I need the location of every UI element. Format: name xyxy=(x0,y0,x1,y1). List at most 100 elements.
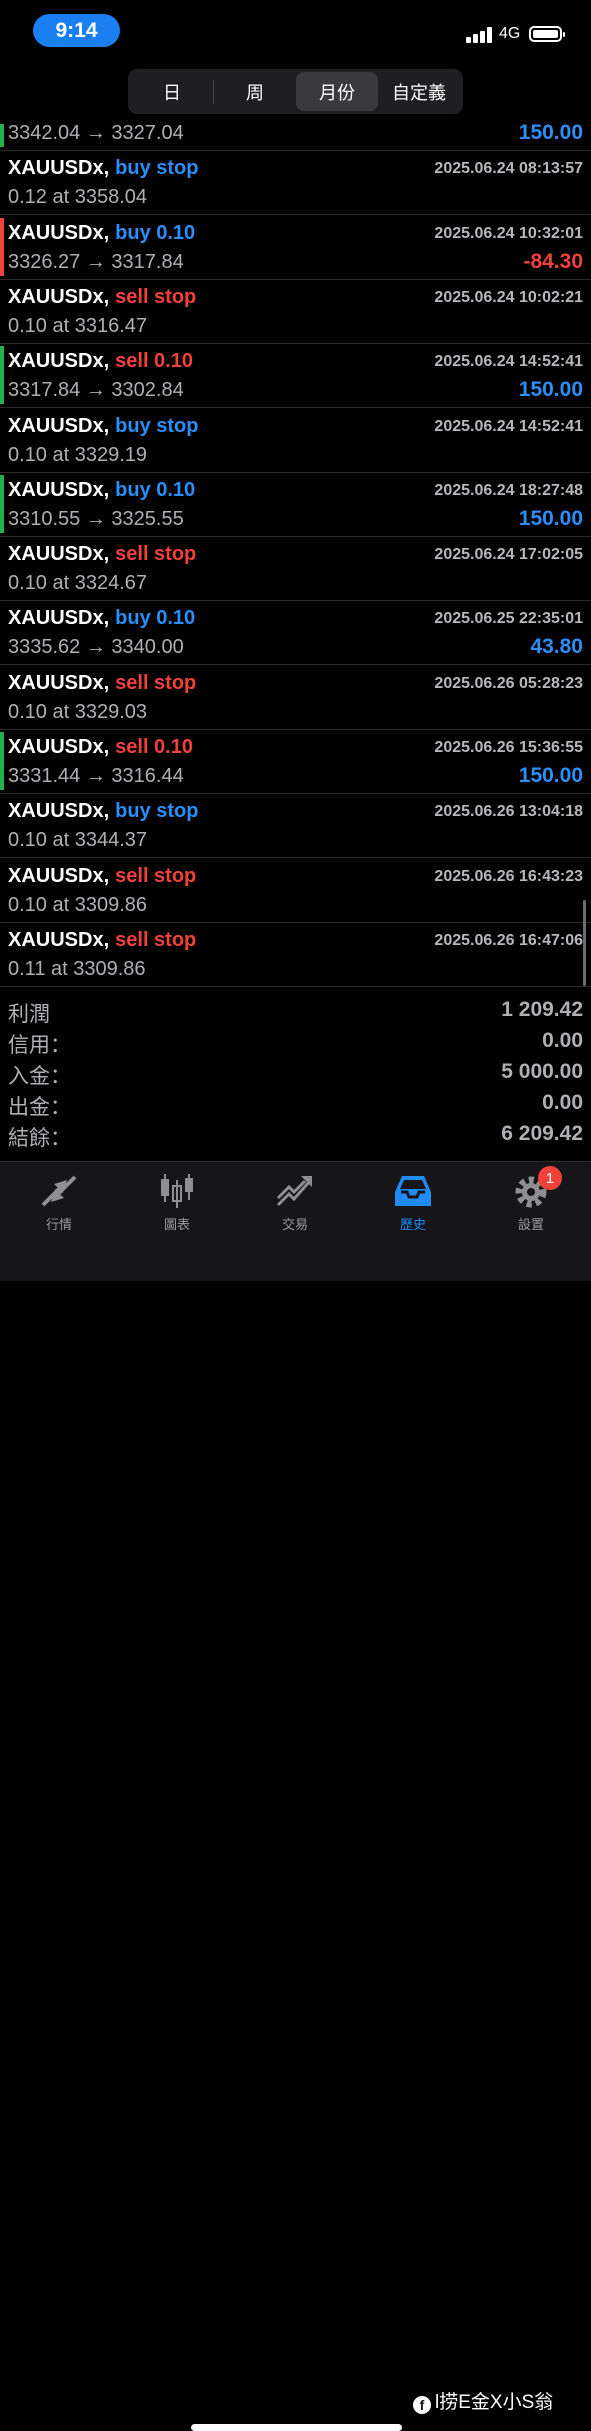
order-row[interactable]: XAUUSDx, buy stop 2025.06.24 08:13:57 0.12 … xyxy=(0,151,591,216)
summary-value: 0.00 xyxy=(542,1091,583,1114)
order-symbol: XAUUSDx, xyxy=(8,800,110,823)
order-symbol: XAUUSDx, xyxy=(8,736,110,758)
order-timestamp: 2025.06.26 16:43:23 xyxy=(434,867,583,885)
order-row[interactable]: XAUUSDx, sell stop 2025.06.26 05:28:23 0.10… xyxy=(0,666,591,730)
tab-label: 圖表 xyxy=(163,1217,190,1232)
order-row[interactable]: XAUUSDx, buy 0.10 2025.06.24 10:32:01 3326.… xyxy=(0,216,591,280)
order-symbol: XAUUSDx, xyxy=(8,221,110,244)
order-symbol: XAUUSDx, xyxy=(8,478,110,501)
order-profit: 150.00 xyxy=(518,378,583,402)
order-timestamp: 2025.06.25 22:35:01 xyxy=(434,610,583,628)
segment-custom[interactable]: 自定義 xyxy=(378,72,460,111)
result-indicator-bar xyxy=(0,732,4,790)
order-title: XAUUSDx, buy stop xyxy=(8,415,198,438)
order-row[interactable]: XAUUSDx, sell stop 2025.06.24 17:02:05 0.10… xyxy=(0,537,591,602)
tab-trade[interactable]: 交易 xyxy=(236,1162,354,1242)
order-detail: 3317.84 → 3302.84 xyxy=(8,379,184,402)
order-title: XAUUSDx, buy stop xyxy=(8,157,198,180)
order-row[interactable]: 3342.04 → 3327.04 150.00 xyxy=(0,124,591,151)
cellular-signal-icon xyxy=(466,27,494,43)
order-row[interactable]: XAUUSDx, sell stop 2025.06.26 16:47:06 0.11… xyxy=(0,923,591,987)
summary-label: 入金： xyxy=(8,1065,71,1088)
order-detail: 0.10 at 3344.37 xyxy=(8,829,148,852)
order-action: sell stop xyxy=(115,671,197,694)
order-timestamp: 2025.06.24 14:52:41 xyxy=(434,417,583,435)
tab-label: 交易 xyxy=(281,1217,308,1232)
summary-value: 5 000.00 xyxy=(501,1060,583,1083)
order-row[interactable]: XAUUSDx, sell stop 2025.06.26 16:43:23 0.10… xyxy=(0,859,591,923)
result-indicator-bar xyxy=(0,124,4,147)
order-detail: 0.10 at 3316.47 xyxy=(8,314,148,337)
battery-icon xyxy=(529,26,565,42)
scrollbar[interactable] xyxy=(583,900,586,986)
segment-day[interactable]: 日 xyxy=(131,72,213,111)
tab-label: 歷史 xyxy=(399,1217,426,1232)
tab-bar: 行情 圖表 交易 歷史 1 設置 f l捞E金X小S翁 xyxy=(0,1161,591,2431)
summary-label: 出金： xyxy=(8,1096,71,1119)
order-detail: 0.10 at 3309.86 xyxy=(8,893,148,916)
order-detail: 0.10 at 3329.03 xyxy=(8,700,148,723)
order-detail: 0.10 at 3329.19 xyxy=(8,443,148,466)
trade-trend-icon xyxy=(276,1176,312,1207)
order-symbol: XAUUSDx, xyxy=(8,414,110,437)
order-action: buy 0.10 xyxy=(115,221,196,244)
tab-history[interactable]: 歷史 xyxy=(354,1162,472,1242)
history-list[interactable]: 3342.04 → 3327.04 150.00 XAUUSDx, buy stop 2… xyxy=(0,124,591,990)
order-title: XAUUSDx, sell stop xyxy=(8,286,196,309)
segment-week[interactable]: 周 xyxy=(214,72,296,111)
order-profit: 150.00 xyxy=(518,124,583,144)
order-detail: 3342.04 → 3327.04 xyxy=(8,124,184,144)
order-action: buy 0.10 xyxy=(115,607,196,630)
summary-row: 信用： 0.00 xyxy=(0,1029,591,1060)
order-row[interactable]: XAUUSDx, sell 0.10 2025.06.26 15:36:55 3331… xyxy=(0,730,591,794)
order-row[interactable]: XAUUSDx, sell 0.10 2025.06.24 14:52:41 3317… xyxy=(0,344,591,409)
order-symbol: XAUUSDx, xyxy=(8,671,110,694)
order-row[interactable]: XAUUSDx, buy stop 2025.06.24 14:52:41 0.10 … xyxy=(0,409,591,473)
summary-value: 6 209.42 xyxy=(501,1122,583,1145)
order-title: XAUUSDx, sell stop xyxy=(8,543,196,566)
order-symbol: XAUUSDx, xyxy=(8,157,110,180)
order-title: XAUUSDx, sell stop xyxy=(8,865,196,888)
order-action: buy 0.10 xyxy=(115,478,196,501)
watermark-text: l捞E金X小S翁 xyxy=(435,2392,554,2413)
status-time[interactable]: 9:14 xyxy=(33,14,120,47)
facebook-icon: f xyxy=(413,2396,431,2414)
order-timestamp: 2025.06.24 10:02:21 xyxy=(434,288,583,306)
order-row[interactable]: XAUUSDx, sell stop 2025.06.24 10:02:21 0.10… xyxy=(0,280,591,344)
tab-charts[interactable]: 圖表 xyxy=(118,1162,236,1242)
order-profit: 150.00 xyxy=(518,506,583,530)
order-symbol: XAUUSDx, xyxy=(8,285,110,308)
account-summary: 利潤 1 209.42 信用： 0.00 入金： 5 000.00 出金： 0.00 結餘： 6 … xyxy=(0,998,591,1153)
summary-row: 利潤 1 209.42 xyxy=(0,998,591,1029)
summary-row: 入金： 5 000.00 xyxy=(0,1060,591,1091)
segment-month[interactable]: 月份 xyxy=(296,72,378,111)
order-title: XAUUSDx, sell stop xyxy=(8,672,196,695)
result-indicator-bar xyxy=(0,217,4,276)
order-detail: 3310.55 → 3325.55 xyxy=(8,507,184,530)
period-segmented-control: 日 周 月份 自定義 xyxy=(128,69,463,114)
order-detail: 0.10 at 3324.67 xyxy=(8,572,148,595)
order-detail: 0.11 at 3309.86 xyxy=(8,957,146,980)
order-title: XAUUSDx, buy stop xyxy=(8,800,198,823)
order-timestamp: 2025.06.24 14:52:41 xyxy=(434,353,583,371)
order-title: XAUUSDx, buy 0.10 xyxy=(8,222,195,245)
order-symbol: XAUUSDx, xyxy=(8,350,110,373)
order-row[interactable]: XAUUSDx, buy 0.10 2025.06.25 22:35:01 3335.… xyxy=(0,601,591,666)
tab-settings[interactable]: 1 設置 xyxy=(472,1162,590,1242)
order-action: buy stop xyxy=(115,800,199,823)
result-indicator-bar xyxy=(0,346,4,405)
home-indicator[interactable] xyxy=(191,2424,402,2431)
order-title: XAUUSDx, sell stop xyxy=(8,929,196,952)
tab-label: 行情 xyxy=(45,1217,72,1232)
tab-quotes[interactable]: 行情 xyxy=(0,1162,118,1242)
order-symbol: XAUUSDx, xyxy=(8,864,110,887)
summary-label: 結餘： xyxy=(8,1127,71,1150)
summary-row: 出金： 0.00 xyxy=(0,1091,591,1122)
order-profit: -84.30 xyxy=(523,249,583,273)
summary-value: 0.00 xyxy=(542,1029,583,1052)
tab-label: 設置 xyxy=(517,1217,544,1232)
order-row[interactable]: XAUUSDx, buy 0.10 2025.06.24 18:27:48 3310.… xyxy=(0,473,591,537)
order-timestamp: 2025.06.26 16:47:06 xyxy=(434,931,583,949)
order-timestamp: 2025.06.26 15:36:55 xyxy=(434,739,583,756)
order-row[interactable]: XAUUSDx, buy stop 2025.06.26 13:04:18 0.10 … xyxy=(0,794,591,859)
